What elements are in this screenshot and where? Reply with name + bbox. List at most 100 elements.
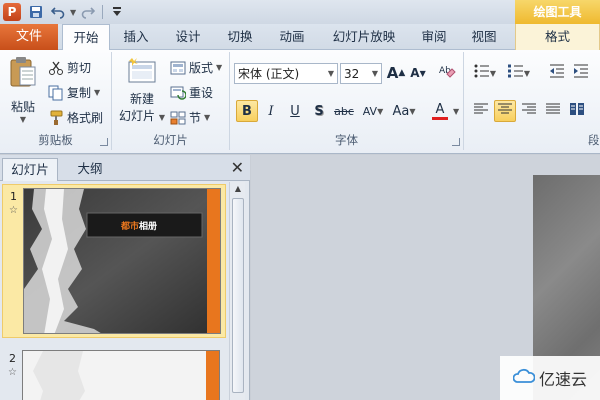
columns-button[interactable] [566,100,588,122]
numbering-dropdown-icon[interactable]: ▼ [524,69,530,78]
section-button[interactable]: 节 ▼ [170,108,210,128]
reset-button[interactable]: 重设 [170,83,213,103]
paragraph-group-label: 段 [588,133,600,147]
slide-thumbnail-item[interactable]: 2 ☆ [2,347,226,400]
slides-panel: 幻灯片 大纲 ✕ 1 ☆ 都市相册 2 ☆ ▲ [0,155,250,400]
font-group-label: 字体 [335,133,358,147]
font-color-dropdown-icon[interactable]: ▼ [453,107,459,116]
redo-icon[interactable] [78,3,98,21]
slide-thumbnail: 都市相册 [23,188,221,334]
new-slide-label-2: 幻灯片 ▼ [116,107,168,124]
character-spacing-button[interactable]: AV ▼ [359,100,387,122]
tab-format[interactable]: 格式 [515,24,600,50]
character-spacing-dropdown-icon[interactable]: ▼ [377,107,383,116]
clipboard-group-label: 剪贴板 [38,133,73,147]
new-slide-label-2-text: 幻灯片 [119,109,156,123]
tab-outline-panel[interactable]: 大纲 [62,158,118,181]
cut-button[interactable]: 剪切 [48,58,91,78]
new-slide-icon [127,56,157,88]
paste-icon [8,56,38,88]
tab-design[interactable]: 设计 [166,24,210,50]
scrollbar-thumb[interactable] [232,198,244,393]
underline-button[interactable]: U [284,100,306,122]
grow-font-button[interactable]: A ▲ [385,62,407,84]
increase-indent-button[interactable] [570,62,592,84]
save-icon[interactable] [26,3,46,21]
cloud-logo-icon [512,368,536,388]
font-size-dropdown-icon[interactable]: ▼ [369,69,381,78]
font-size-combo[interactable]: 32 ▼ [340,63,382,84]
ribbon: 粘贴 ▼ 剪切 复制 ▼ 格式刷 剪贴板 新建 幻灯片 ▼ 版式 ▼ 重设 节 … [0,50,600,154]
clipboard-group: 粘贴 ▼ 剪切 复制 ▼ 格式刷 剪贴板 [0,52,112,150]
tab-animations[interactable]: 动画 [270,24,314,50]
grow-arrow-icon: ▲ [398,68,406,78]
watermark-text: 亿速云 [538,370,587,389]
scroll-up-icon[interactable]: ▲ [232,184,244,196]
tab-insert[interactable]: 插入 [114,24,158,50]
layout-dropdown-icon[interactable]: ▼ [216,58,222,78]
justify-button[interactable] [542,100,564,122]
tab-view[interactable]: 视图 [462,24,506,50]
new-slide-button[interactable]: 新建 幻灯片 ▼ [116,56,168,124]
bullets-dropdown-icon[interactable]: ▼ [490,69,496,78]
decrease-indent-button[interactable] [546,62,568,84]
bullets-icon [474,64,490,82]
tab-home[interactable]: 开始 [62,24,110,51]
undo-dropdown-icon[interactable]: ▼ [70,8,76,17]
font-dialog-launcher-icon[interactable] [452,138,460,146]
clear-formatting-button[interactable]: Ab [436,62,458,84]
font-color-icon: A [435,101,445,117]
copy-dropdown-icon[interactable]: ▼ [94,83,100,103]
customize-icon[interactable] [107,3,127,21]
copy-button[interactable]: 复制 ▼ [48,83,100,103]
justify-icon [546,103,560,119]
align-center-button[interactable] [494,100,516,122]
clipboard-dialog-launcher-icon[interactable] [100,138,108,146]
shrink-font-icon: A [410,66,420,80]
align-left-button[interactable] [470,100,492,122]
font-name-dropdown-icon[interactable]: ▼ [325,69,337,78]
strikethrough-button[interactable]: abc [332,100,356,122]
tab-slide-show[interactable]: 幻灯片放映 [327,24,401,50]
section-dropdown-icon[interactable]: ▼ [204,108,210,128]
font-name-combo[interactable]: 宋体 (正文) ▼ [234,63,338,84]
change-case-dropdown-icon[interactable]: ▼ [409,107,415,116]
italic-button[interactable]: I [260,100,282,122]
bullets-button[interactable]: ▼ [470,62,500,84]
bold-button[interactable]: B [236,100,258,122]
slide-number: 1 [10,190,17,203]
shadow-button[interactable]: S [308,100,330,122]
font-group: 宋体 (正文) ▼ 32 ▼ A ▲ A ▼ Ab B I U S abc AV ▼ … [230,52,464,150]
align-left-icon [474,103,488,119]
paste-label: 粘贴 [10,100,35,114]
format-painter-button[interactable]: 格式刷 [48,108,103,128]
tab-file[interactable]: 文件 [0,24,58,50]
strikethrough-icon: abc [334,104,354,118]
powerpoint-app-icon[interactable]: P [3,3,21,21]
undo-icon[interactable] [48,3,68,21]
tab-slides-panel[interactable]: 幻灯片 [2,158,58,181]
columns-icon [570,103,584,119]
drawing-tools-context-label: 绘图工具 [515,0,600,24]
font-size-value: 32 [344,66,360,81]
close-icon[interactable]: ✕ [231,158,244,177]
slide-transition-star-icon: ☆ [9,205,18,216]
paste-button[interactable]: 粘贴 ▼ [6,56,40,124]
copy-icon [48,85,64,101]
panel-scrollbar[interactable]: ▲ [229,182,245,400]
align-right-button[interactable] [518,100,540,122]
change-case-icon: Aa [392,103,410,119]
panel-tabs: 幻灯片 大纲 ✕ [0,155,250,181]
new-slide-dropdown-icon[interactable]: ▼ [159,113,165,122]
slide-thumbnail-item[interactable]: 1 ☆ 都市相册 [2,184,226,338]
tab-review[interactable]: 审阅 [412,24,456,50]
paste-dropdown-icon[interactable]: ▼ [6,115,40,124]
slide-title-text: 都市相册 [120,220,157,232]
tab-transitions[interactable]: 切换 [218,24,262,50]
numbering-button[interactable]: ▼ [504,62,534,84]
shrink-font-button[interactable]: A ▼ [407,62,429,84]
new-slide-label-1: 新建 [129,92,154,106]
font-color-button[interactable]: A [426,100,454,122]
layout-button[interactable]: 版式 ▼ [170,58,222,78]
change-case-button[interactable]: Aa ▼ [390,100,418,122]
